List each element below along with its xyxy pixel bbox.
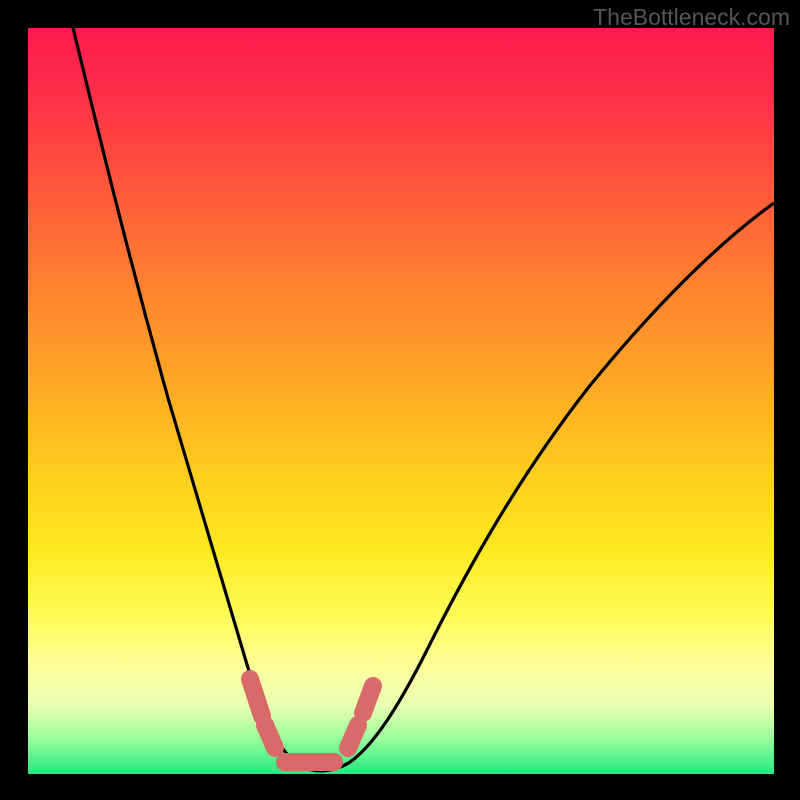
plot-area xyxy=(28,28,774,774)
marker-right-1 xyxy=(348,725,358,748)
curve-layer xyxy=(28,28,774,774)
marker-right-2 xyxy=(363,686,373,713)
watermark-text: TheBottleneck.com xyxy=(593,4,790,31)
marker-left xyxy=(250,679,262,716)
marker-left-2 xyxy=(265,725,275,748)
bottleneck-curve xyxy=(73,28,774,771)
marker-group xyxy=(250,679,373,762)
chart-frame: TheBottleneck.com xyxy=(0,0,800,800)
